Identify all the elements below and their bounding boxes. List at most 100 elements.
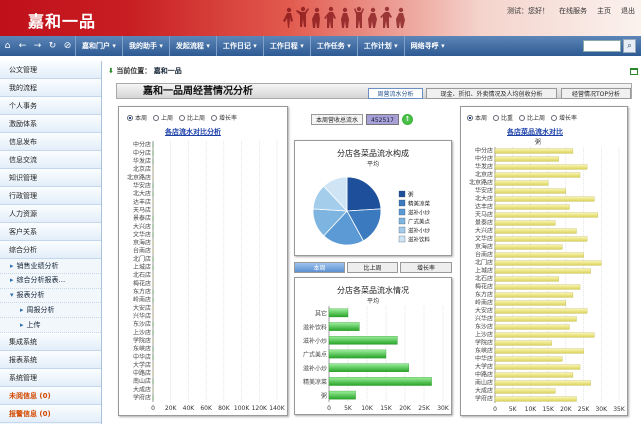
sidebar-item-knowledge[interactable]: 知识管理 [0,169,101,187]
sidebar-item-incentive[interactable]: 激励体系 [0,115,101,133]
legend-label: 滋补饮料 [408,236,431,244]
back-icon[interactable]: ← [15,39,30,53]
y-tick-label: 华发店 [133,157,151,165]
sidebar-item-exchange[interactable]: 信息交流 [0,151,101,169]
sidebar-item-admin[interactable]: 行政管理 [0,187,101,205]
y-tick-label: 大兴店 [133,222,151,230]
bar [494,348,584,354]
sidebar-item-crm[interactable]: 客户关系 [0,223,101,241]
folder-open-icon: ▾ [10,291,14,300]
bar [494,260,602,266]
tab-cash-discount[interactable]: 现金、折扣、外卖情况及人均创收分析 [426,88,557,99]
nav-tasks[interactable]: 工作任务 ▾ [309,36,357,56]
x-tick-label: 80K [218,405,231,412]
legend-swatch [398,226,406,234]
bar [494,340,552,346]
nav-work-diary[interactable]: 工作日记 ▾ [215,36,263,56]
nav-start-flow[interactable]: 发起流程 ▾ [168,36,216,56]
bar [494,396,577,402]
y-tick-label: 大安店 [133,304,151,312]
tab-top-analysis[interactable]: 经营情况TOP分析 [561,88,631,99]
bar [328,336,398,345]
home-link[interactable]: 主页 [597,6,611,16]
sidebar-item-integration[interactable]: 集成系统 [0,332,101,351]
dish-flow-chart: 0 5K 10K 15K 20K 25K 30K其它滋补饮料滋补小炒广式美点滋补小炒精美凉菜… [303,306,450,412]
sidebar-alarm[interactable]: 报警信息 (0) [0,404,101,423]
x-tick-label: 15K [380,405,393,412]
y-tick-label: 景泰店 [475,219,493,227]
sidebar-unread[interactable]: 未阅信息 (0) [0,386,101,405]
sidebar-item-flow[interactable]: 我的流程 [0,79,101,97]
radio-growth[interactable]: 增长率 [211,113,237,122]
y-tick-label: 北门店 [475,259,493,267]
radio-this-week[interactable]: 本周 [127,113,147,122]
y-tick-label: 文华店 [133,230,151,238]
sidebar-sub-report[interactable]: ▸ 综合分析报表... [0,273,101,289]
y-tick-label: 南山店 [475,379,493,387]
sidebar-item-publish[interactable]: 信息发布 [0,133,101,151]
refresh-icon[interactable]: ↻ [45,39,60,53]
y-tick-label: 广式美点 [303,351,327,359]
y-tick-label: 上城店 [475,267,493,275]
settings-icon[interactable]: ⊘ [60,39,75,53]
y-tick-label: 南山店 [133,377,151,385]
y-tick-label: 大成店 [133,385,151,393]
mid-tab-vs-last-week[interactable]: 比上周 [347,262,398,273]
nav-portal[interactable]: 嘉和门户 ▾ [75,36,122,56]
pie-chart: 粥精美凉菜滋补小炒广式美点滋补小炒滋补饮料 [312,176,431,246]
online-service-link[interactable]: 在线服务 [559,6,587,16]
legend-swatch [398,235,406,243]
radio-r-growth[interactable]: 增长率 [551,113,577,122]
mid-tab-growth[interactable]: 增长率 [400,262,452,273]
y-tick-label: 东方店 [133,288,151,296]
bar [494,380,591,386]
forward-icon[interactable]: → [30,39,45,53]
sidebar-subsub-weekly[interactable]: ▸ 周报分析 [0,303,101,319]
sidebar-sub-sales[interactable]: ▸ 销售业绩分析 [0,259,101,274]
search-icon[interactable]: ⌕ [623,39,636,53]
sidebar-item-personal[interactable]: 个人事务 [0,97,101,115]
bar [494,244,563,250]
maximize-icon[interactable] [630,68,638,75]
y-tick-label: 台南店 [133,247,151,255]
search-input[interactable] [583,40,621,52]
y-tick-label: 兴华店 [133,312,151,320]
y-tick-label: 滋补小炒 [303,364,327,372]
doc-icon: ▸ [20,305,24,314]
tab-weekly-flow[interactable]: 周营流水分析 [368,88,423,99]
sidebar-subsub-upload[interactable]: ▸ 上传 [0,318,101,333]
sidebar-item-analysis[interactable]: 综合分析 [0,241,101,259]
bar [494,316,577,322]
mid-tab-this-week[interactable]: 本周 [294,262,345,273]
x-tick-label: 30K [437,405,450,412]
nav-paging[interactable]: 网络寻呼 ▾ [403,36,451,56]
radio-r-share[interactable]: 比重 [493,113,513,122]
nav-plan[interactable]: 工作计划 ▾ [356,36,404,56]
sidebar-item-report-system[interactable]: 报表系统 [0,350,101,369]
greeting-text: 测试：您好！ [507,7,549,15]
radio-last-week[interactable]: 上周 [153,113,173,122]
radio-r-this-week[interactable]: 本周 [467,113,487,122]
bar [494,364,581,370]
x-tick-label: 20K [399,405,412,412]
logout-link[interactable]: 退出 [621,6,635,16]
x-tick-label: 25K [578,406,591,413]
y-tick-label: 学府店 [475,395,493,403]
sidebar-item-doc[interactable]: 公文管理 [0,61,101,79]
nav-assistant[interactable]: 我的助手 ▾ [121,36,169,56]
sidebar-sub-report-analysis[interactable]: ▾ 报表分析 [0,288,101,304]
y-tick-label: 东方店 [475,291,493,299]
sidebar-item-system[interactable]: 系统管理 [0,368,101,387]
nav-schedule[interactable]: 工作日程 ▾ [262,36,310,56]
legend-swatch [398,190,406,198]
go-arrow-icon[interactable]: ↑ [401,114,413,125]
page-title: 嘉和一品周经营情况分析 [143,86,253,97]
radio-vs-last-week[interactable]: 比上周 [179,113,205,122]
store-flow-panel: 本周 上周 比上周 增长率 各店流水对比分析 0 20K 40K 60K 80K 100K… [118,106,288,416]
y-tick-label: 中路店 [475,371,493,379]
radio-r-vs-last-week[interactable]: 比上周 [519,113,545,122]
sidebar-item-hr[interactable]: 人力资源 [0,205,101,223]
legend-label: 滋补小炒 [408,209,431,217]
home-icon[interactable]: ⌂ [0,39,15,53]
store-flow-chart: 0 20K 40K 60K 80K 100K 120K 140K 中分店中分店华发店北京店北京路… [127,141,286,412]
